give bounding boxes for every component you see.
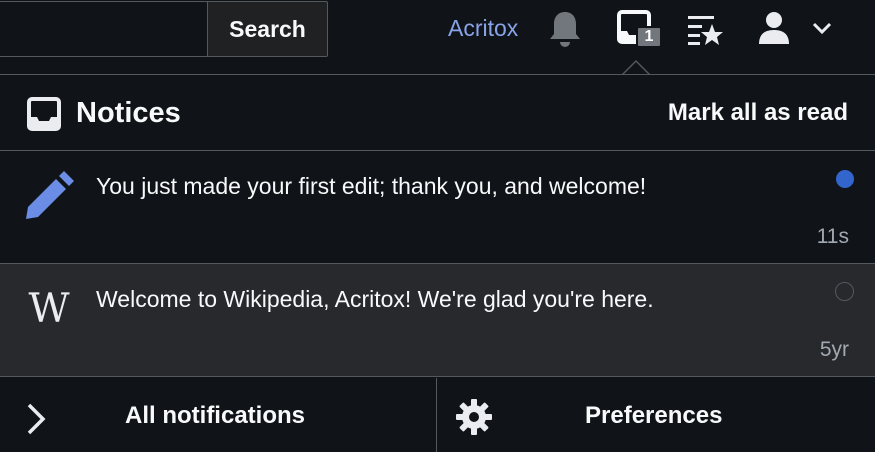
notices-tray-button[interactable]: 1: [613, 9, 663, 51]
notification-item[interactable]: You just made your first edit; thank you…: [0, 151, 875, 264]
notification-time: 11s: [816, 225, 849, 248]
notification-text: Welcome to Wikipedia, Acritox! We're gla…: [96, 286, 654, 312]
panel-title: Notices: [76, 97, 181, 129]
watchlist-icon[interactable]: [686, 11, 724, 47]
chevron-right-icon: [24, 402, 48, 441]
user-icon[interactable]: [756, 10, 792, 46]
all-notifications-label: All notifications: [125, 402, 305, 429]
top-bar: Search Acritox 1: [0, 0, 875, 75]
notification-time: 5yr: [819, 338, 849, 361]
pencil-icon: [24, 171, 74, 221]
search-input[interactable]: [0, 1, 208, 57]
mark-all-as-read-button[interactable]: Mark all as read: [668, 99, 848, 127]
chevron-down-icon[interactable]: [810, 17, 834, 39]
notification-item[interactable]: W Welcome to Wikipedia, Acritox! We're g…: [0, 264, 875, 377]
mark-read-dot[interactable]: [836, 170, 854, 188]
username-link[interactable]: Acritox: [448, 15, 518, 42]
wikipedia-logo-icon: W: [24, 284, 74, 334]
search-button[interactable]: Search: [207, 1, 328, 57]
mark-unread-dot[interactable]: [835, 282, 854, 301]
notices-panel: Notices Mark all as read You just made y…: [0, 74, 875, 452]
preferences-label: Preferences: [585, 402, 723, 429]
panel-footer: All notifications Preferences: [0, 378, 875, 452]
gear-icon: [455, 398, 493, 441]
bell-icon[interactable]: [546, 9, 584, 49]
tray-icon: [27, 97, 61, 131]
notification-count-badge: 1: [636, 26, 662, 48]
all-notifications-button[interactable]: All notifications: [0, 378, 437, 452]
panel-header: Notices Mark all as read: [0, 75, 875, 151]
preferences-button[interactable]: Preferences: [437, 378, 875, 452]
notification-text: You just made your first edit; thank you…: [96, 173, 647, 199]
svg-text:W: W: [28, 286, 69, 332]
